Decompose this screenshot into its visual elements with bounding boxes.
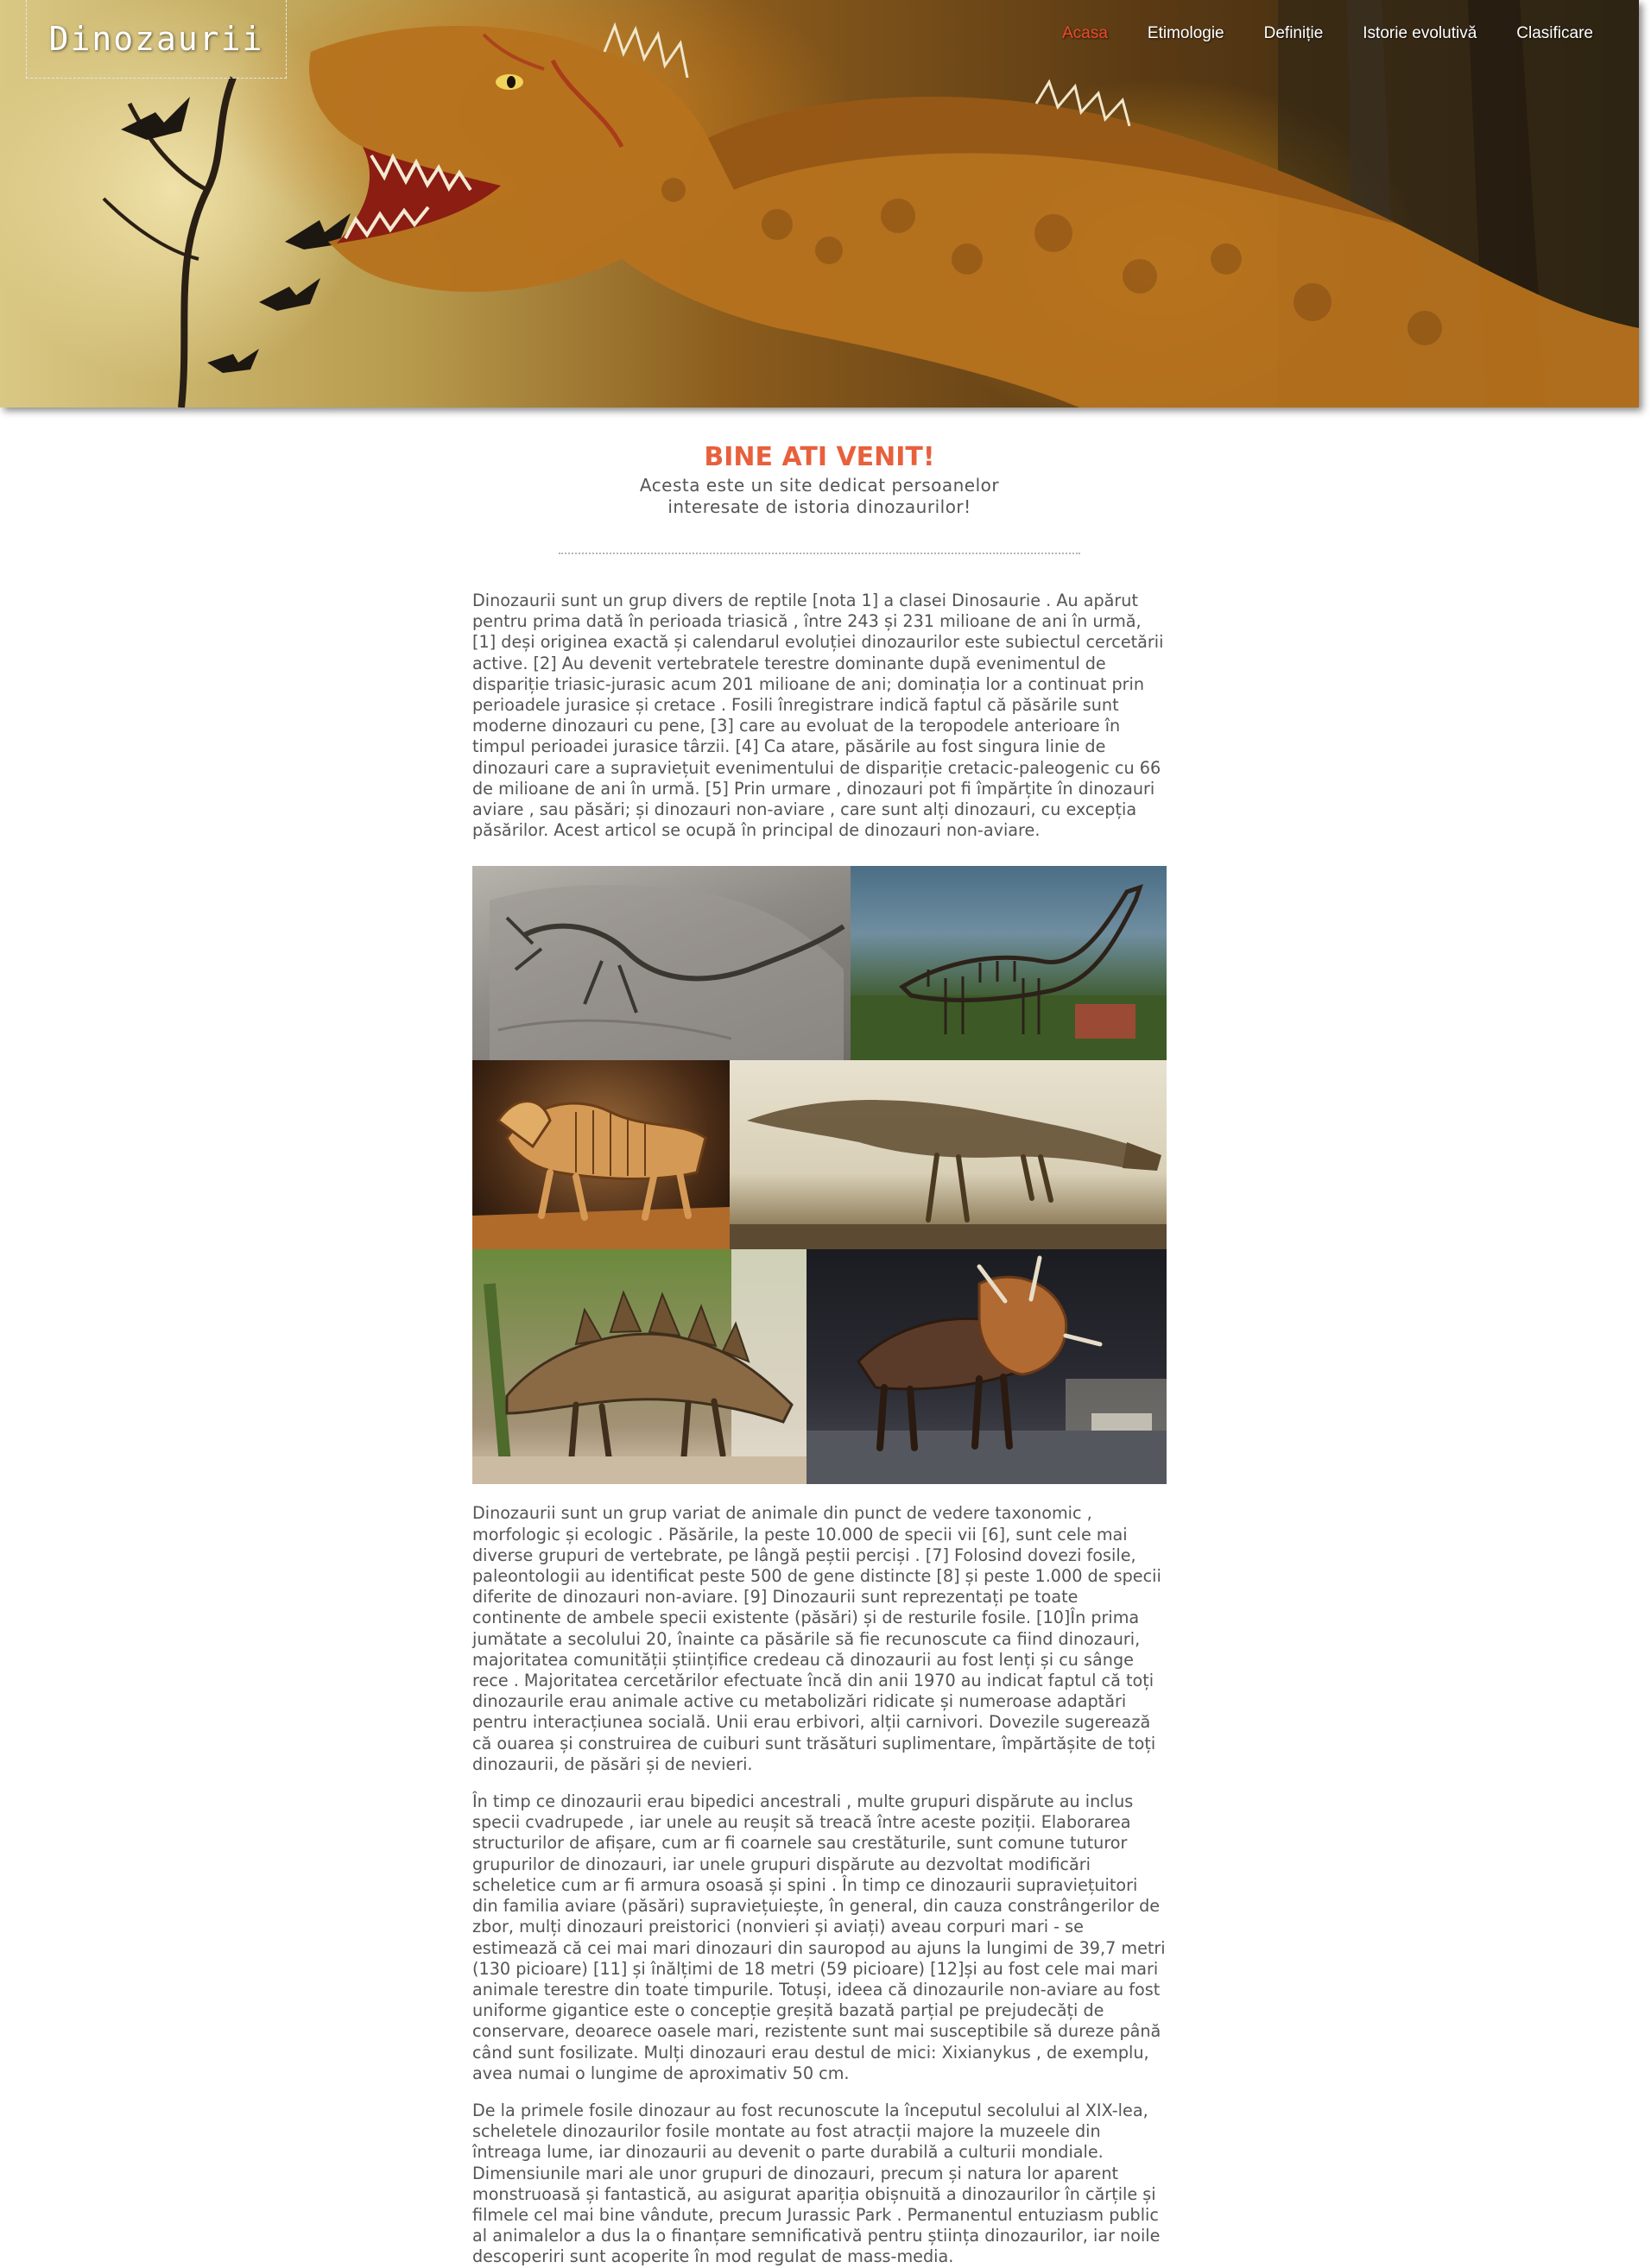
site-logo-text: Dinozaurii	[48, 20, 264, 58]
photo-sauropod-skeleton-museum	[851, 866, 1167, 1061]
welcome-subtitle: Acesta este un site dedicat persoanelor …	[639, 475, 1000, 517]
photo-stegosaurus-skeleton	[472, 1249, 807, 1485]
photo-ceratopsian-skeleton	[472, 1060, 730, 1250]
nav-item-istorie-evolutiva[interactable]: Istorie evolutivă	[1343, 24, 1496, 43]
section-divider	[559, 553, 1080, 554]
photo-triceratops-skeleton	[807, 1249, 1167, 1485]
photo-hadrosaur-skeleton-mount	[730, 1060, 1167, 1250]
photo-feathered-fossil-slab	[472, 866, 851, 1061]
hero-banner: Dinozaurii Acasa Etimologie Definiție Is…	[0, 0, 1639, 407]
article-paragraph-3: În timp ce dinozaurii erau bipedici ance…	[472, 1791, 1166, 2083]
article-paragraph-2: Dinozaurii sunt un grup variat de animal…	[472, 1503, 1161, 1774]
site-logo[interactable]: Dinozaurii	[26, 0, 287, 79]
article-paragraph-4: De la primele fosile dinozaur au fost re…	[472, 2100, 1161, 2267]
article-content: Dinozaurii sunt un grup divers de reptil…	[472, 591, 1167, 2268]
fossil-photo-collage	[472, 866, 1167, 1485]
welcome-title: BINE ATI VENIT!	[704, 442, 935, 472]
nav-item-etimologie[interactable]: Etimologie	[1128, 24, 1244, 43]
nav-item-clasificare[interactable]: Clasificare	[1496, 24, 1613, 43]
nav-item-acasa[interactable]: Acasa	[1042, 24, 1128, 43]
nav-item-definitie[interactable]: Definiție	[1244, 24, 1344, 43]
main-nav: Acasa Etimologie Definiție Istorie evolu…	[1042, 24, 1613, 43]
welcome-section: BINE ATI VENIT! Acesta este un site dedi…	[0, 440, 1639, 518]
article-paragraph-1: Dinozaurii sunt un grup divers de reptil…	[472, 591, 1164, 841]
